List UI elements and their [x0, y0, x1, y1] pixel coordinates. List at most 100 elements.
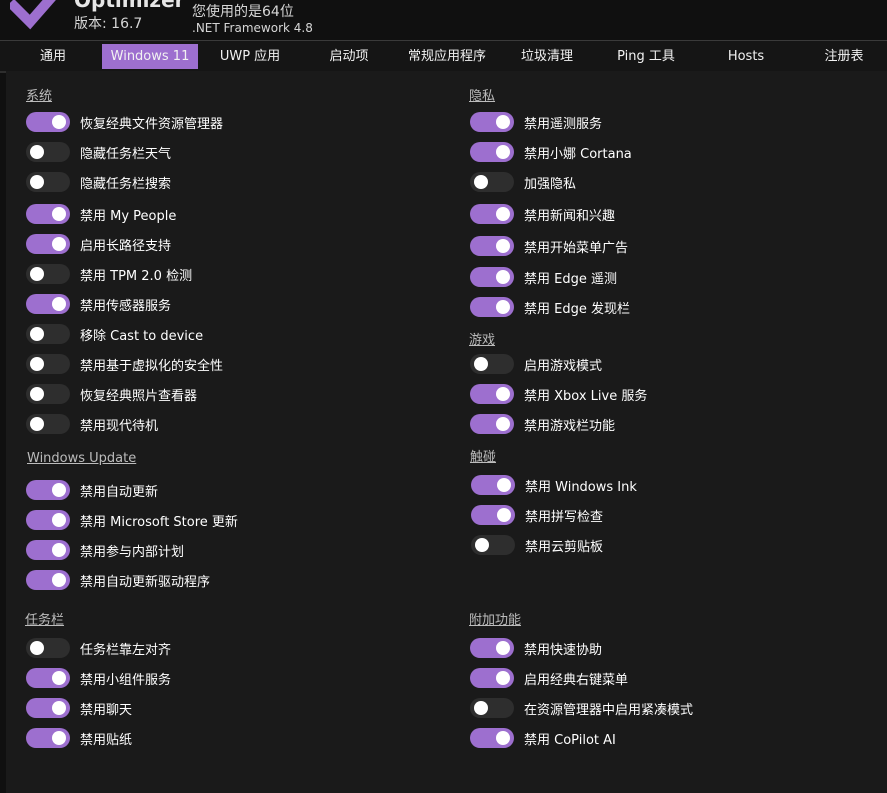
toggle-switch[interactable]: [470, 267, 514, 287]
section-title-extras[interactable]: 附加功能: [469, 609, 521, 628]
toggle-label[interactable]: 禁用现代待机: [80, 415, 158, 434]
toggle-switch[interactable]: [471, 505, 515, 525]
toggle-label[interactable]: 禁用贴纸: [80, 729, 132, 748]
toggle-switch[interactable]: [470, 384, 514, 404]
toggle-switch[interactable]: [26, 234, 70, 254]
tab-hosts[interactable]: Hosts: [718, 44, 774, 69]
toggle-switch[interactable]: [470, 112, 514, 132]
toggle-label[interactable]: 禁用自动更新: [80, 481, 158, 500]
section-title-windows-update[interactable]: Windows Update: [27, 451, 136, 466]
tab-registry[interactable]: 注册表: [814, 44, 874, 69]
tab-common-apps[interactable]: 常规应用程序: [400, 44, 494, 69]
toggle-label[interactable]: 隐藏任务栏天气: [80, 143, 171, 162]
toggle-label[interactable]: 禁用基于虚拟化的安全性: [80, 355, 223, 374]
toggle-switch[interactable]: [26, 510, 70, 530]
toggle-switch[interactable]: [470, 638, 514, 658]
toggle-switch[interactable]: [470, 698, 514, 718]
toggle-label[interactable]: 禁用 TPM 2.0 检测: [80, 265, 192, 284]
toggle-label[interactable]: 恢复经典照片查看器: [80, 385, 197, 404]
toggle-label[interactable]: 禁用新闻和兴趣: [524, 205, 615, 224]
architecture-label: 您使用的是64位: [192, 4, 294, 20]
tab-uwp-apps[interactable]: UWP 应用: [212, 44, 288, 69]
section-title-privacy[interactable]: 隐私: [469, 85, 495, 104]
toggle-label[interactable]: 任务栏靠左对齐: [80, 639, 171, 658]
toggle-switch[interactable]: [26, 142, 70, 162]
section-title-taskbar[interactable]: 任务栏: [25, 609, 64, 628]
toggle-switch[interactable]: [26, 668, 70, 688]
toggle-label[interactable]: 禁用小组件服务: [80, 669, 171, 688]
toggle-switch[interactable]: [26, 540, 70, 560]
toggle-label[interactable]: 禁用 CoPilot AI: [524, 729, 616, 748]
tab-junk-cleanup[interactable]: 垃圾清理: [512, 44, 582, 69]
toggle-label[interactable]: 禁用云剪贴板: [525, 536, 603, 555]
toggle-switch[interactable]: [26, 264, 70, 284]
toggle-switch[interactable]: [26, 480, 70, 500]
toggle-label[interactable]: 禁用 My People: [80, 205, 176, 224]
toggle-switch[interactable]: [26, 384, 70, 404]
toggle-switch[interactable]: [470, 414, 514, 434]
toggle-knob: [496, 239, 510, 253]
toggle-switch[interactable]: [471, 535, 515, 555]
toggle-label[interactable]: 启用游戏模式: [524, 355, 602, 374]
toggle-label[interactable]: 禁用 Edge 遥测: [524, 268, 617, 287]
section-title-system[interactable]: 系统: [26, 85, 52, 104]
toggle-label[interactable]: 加强隐私: [524, 173, 576, 192]
toggle-switch[interactable]: [26, 570, 70, 590]
toggle-switch[interactable]: [470, 297, 514, 317]
toggle-switch[interactable]: [470, 236, 514, 256]
section-title-touch[interactable]: 触碰: [470, 446, 496, 465]
tab-windows-11[interactable]: Windows 11: [102, 44, 198, 69]
tab-ping-tool[interactable]: Ping 工具: [608, 44, 684, 69]
toggle-label[interactable]: 禁用遥测服务: [524, 113, 602, 132]
toggle-label[interactable]: 恢复经典文件资源管理器: [80, 113, 223, 132]
toggle-knob: [497, 478, 511, 492]
toggle-switch[interactable]: [470, 172, 514, 192]
toggle-label[interactable]: 禁用 Xbox Live 服务: [524, 385, 647, 404]
toggle-switch[interactable]: [26, 698, 70, 718]
toggle-switch[interactable]: [26, 294, 70, 314]
toggle-knob: [496, 387, 510, 401]
toggle-knob: [52, 573, 66, 587]
toggle-label[interactable]: 禁用聊天: [80, 699, 132, 718]
toggle-switch[interactable]: [26, 638, 70, 658]
toggle-label[interactable]: 隐藏任务栏搜索: [80, 173, 171, 192]
toggle-switch[interactable]: [470, 354, 514, 374]
toggle-switch[interactable]: [470, 668, 514, 688]
toggle-label[interactable]: 禁用开始菜单广告: [524, 237, 628, 256]
toggle-switch[interactable]: [26, 324, 70, 344]
toggle-label[interactable]: 禁用 Microsoft Store 更新: [80, 511, 238, 530]
toggle-switch[interactable]: [26, 728, 70, 748]
toggle-label[interactable]: 启用经典右键菜单: [524, 669, 628, 688]
toggle-switch[interactable]: [470, 728, 514, 748]
tab-startup[interactable]: 启动项: [320, 44, 378, 69]
toggle-switch[interactable]: [26, 204, 70, 224]
toggle-knob: [52, 207, 66, 221]
toggle-label[interactable]: 禁用快速协助: [524, 639, 602, 658]
toggle-knob: [52, 115, 66, 129]
toggle-label[interactable]: 在资源管理器中启用紧凑模式: [524, 699, 693, 718]
toggle-switch[interactable]: [471, 475, 515, 495]
toggle-label[interactable]: 禁用小娜 Cortana: [524, 143, 632, 162]
toggle-label[interactable]: 移除 Cast to device: [80, 325, 203, 344]
toggle-label[interactable]: 禁用游戏栏功能: [524, 415, 615, 434]
toggle-knob: [496, 270, 510, 284]
section-title-gaming[interactable]: 游戏: [469, 329, 495, 348]
tab-general[interactable]: 通用: [30, 44, 76, 69]
toggle-switch[interactable]: [470, 204, 514, 224]
toggle-label[interactable]: 禁用参与内部计划: [80, 541, 184, 560]
toggle-switch[interactable]: [26, 172, 70, 192]
toggle-knob: [30, 145, 44, 159]
toggle-switch[interactable]: [26, 414, 70, 434]
toggle-label[interactable]: 启用长路径支持: [80, 235, 171, 254]
toggle-label[interactable]: 禁用 Windows Ink: [525, 476, 637, 495]
toggle-label[interactable]: 禁用自动更新驱动程序: [80, 571, 210, 590]
toggle-knob: [474, 357, 488, 371]
toggle-label[interactable]: 禁用传感器服务: [80, 295, 171, 314]
toggle-switch[interactable]: [470, 142, 514, 162]
toggle-knob: [52, 671, 66, 685]
toggle-knob: [30, 327, 44, 341]
toggle-label[interactable]: 禁用 Edge 发现栏: [524, 298, 630, 317]
toggle-switch[interactable]: [26, 354, 70, 374]
toggle-label[interactable]: 禁用拼写检查: [525, 506, 603, 525]
toggle-switch[interactable]: [26, 112, 70, 132]
